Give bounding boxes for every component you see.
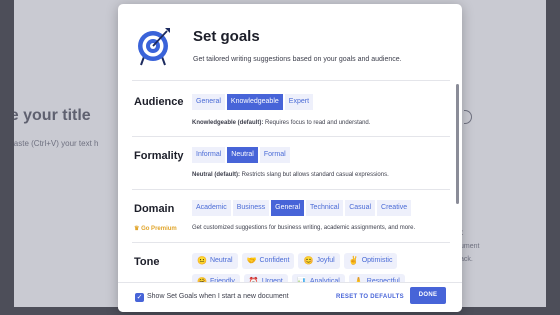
domain-option-creative[interactable]: Creative <box>377 200 412 216</box>
audience-label: Audience <box>134 96 184 108</box>
neutral-face-icon: 😐 <box>197 256 207 265</box>
domain-option-business[interactable]: Business <box>232 200 270 216</box>
formality-options: Informal Neutral Formal <box>192 147 290 163</box>
window-frame-right <box>546 0 560 315</box>
victory-hand-icon: ✌ <box>348 256 359 265</box>
smiling-face-icon: 😊 <box>303 256 314 265</box>
dialog-footer: ✓ Show Set Goals when I start a new docu… <box>118 282 462 312</box>
tone-option-friendly[interactable]: 🤗 Friendly <box>192 274 240 282</box>
dialog-header: Set goals Get tailored writing suggestio… <box>118 4 462 78</box>
tone-option-optimistic[interactable]: ✌ Optimistic <box>343 253 398 269</box>
tone-option-neutral[interactable]: 😐 Neutral <box>192 253 238 269</box>
tone-option-respectful[interactable]: 🙏 Respectful <box>348 274 405 282</box>
domain-option-academic[interactable]: Academic <box>192 200 231 216</box>
formality-section: Formality Informal Neutral Formal Neutra… <box>132 136 450 189</box>
target-icon <box>138 28 170 66</box>
formality-option-neutral[interactable]: Neutral <box>227 147 258 163</box>
tone-option-analytical[interactable]: 📊 Analytical <box>291 274 345 282</box>
audience-option-expert[interactable]: Expert <box>284 94 314 110</box>
domain-option-casual[interactable]: Casual <box>345 200 376 216</box>
handshake-icon: 🤝 <box>246 256 257 265</box>
domain-options: Academic Business General Technical Casu… <box>192 200 412 216</box>
audience-options: General Knowledgeable Expert <box>192 94 314 110</box>
reset-to-defaults-button[interactable]: RESET TO DEFAULTS <box>336 294 404 300</box>
document-body-placeholder: or paste (Ctrl+V) your text h <box>0 139 99 148</box>
hugging-face-icon: 🤗 <box>197 277 207 282</box>
tone-option-urgent[interactable]: ⏰ Urgent <box>243 274 288 282</box>
dialog-title: Set goals <box>193 28 260 45</box>
show-set-goals-label: Show Set Goals when I start a new docume… <box>147 293 289 300</box>
clock-icon: ⏰ <box>248 277 259 282</box>
domain-label: Domain <box>134 203 175 215</box>
goals-scroll-area[interactable]: Audience General Knowledgeable Expert Kn… <box>118 80 462 282</box>
audience-option-knowledgeable[interactable]: Knowledgeable <box>226 94 283 110</box>
audience-description: Knowledgeable (default): Requires focus … <box>192 120 371 126</box>
done-button[interactable]: DONE <box>410 287 446 304</box>
folded-hands-icon: 🙏 <box>353 277 364 282</box>
tone-options: 😐 Neutral 🤝 Confident 😊 Joyful ✌ Optimistic … <box>192 253 442 282</box>
tone-section: Tone 😐 Neutral 🤝 Confident 😊 Joyful ✌ Optimi… <box>132 242 450 282</box>
sidebar-handle-icon <box>464 110 472 124</box>
domain-option-general[interactable]: General <box>271 200 305 216</box>
audience-option-general[interactable]: General <box>192 94 225 110</box>
tone-option-joyful[interactable]: 😊 Joyful <box>298 253 340 269</box>
dialog-scrollbar[interactable] <box>456 84 459 204</box>
go-premium-link[interactable]: ♛ Go Premium <box>134 225 177 232</box>
formality-option-formal[interactable]: Formal <box>259 147 290 163</box>
window-frame-left <box>0 0 14 315</box>
domain-option-technical[interactable]: Technical <box>306 200 344 216</box>
audience-section: Audience General Knowledgeable Expert Kn… <box>132 80 450 136</box>
formality-option-informal[interactable]: Informal <box>192 147 226 163</box>
formality-label: Formality <box>134 150 184 162</box>
set-goals-dialog: Set goals Get tailored writing suggestio… <box>118 4 462 312</box>
domain-description: Get customized suggestions for business … <box>192 225 416 231</box>
tone-label: Tone <box>134 256 160 268</box>
dialog-subtitle: Get tailored writing suggestions based o… <box>193 56 402 63</box>
sidebar-text: ument <box>460 243 480 250</box>
premium-icon: ♛ <box>134 226 140 232</box>
chart-icon: 📊 <box>296 277 307 282</box>
tone-option-confident[interactable]: 🤝 Confident <box>241 253 295 269</box>
show-set-goals-checkbox[interactable]: ✓ <box>135 293 144 302</box>
formality-description: Neutral (default): Restricts slang but a… <box>192 172 389 178</box>
domain-section: Domain ♛ Go Premium Academic Business Ge… <box>132 189 450 242</box>
